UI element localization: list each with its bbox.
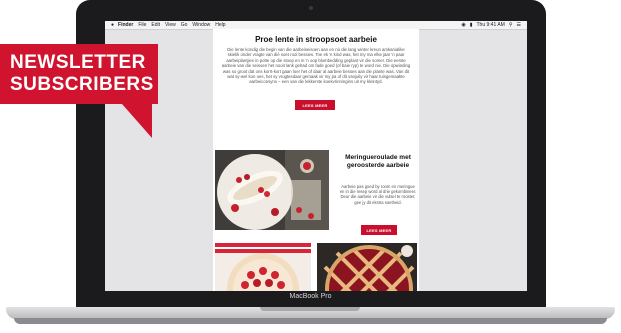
menu-clock[interactable]: Thu 9:41 AM xyxy=(476,22,504,28)
strawberry-tart-photo xyxy=(215,243,311,291)
meringue-roulade-photo xyxy=(215,150,329,230)
banner-line-1: NEWSLETTER xyxy=(10,52,146,73)
camera-icon xyxy=(309,6,313,10)
list-icon[interactable]: ☰ xyxy=(517,22,521,28)
recipe-body: Aarbeie pas goed by room en meringue en … xyxy=(339,184,417,205)
email-title: Proe lente in stroopsoet aarbeie xyxy=(255,35,377,44)
laptop-brand-label: MacBook Pro xyxy=(289,293,332,300)
laptop-base-edge xyxy=(14,318,607,324)
status-area: ◉ ▮ Thu 9:41 AM ⚲ ☰ xyxy=(461,22,521,28)
banner-tail xyxy=(122,104,152,138)
laptop-notch xyxy=(260,307,360,311)
menu-view[interactable]: View xyxy=(165,22,176,28)
battery-icon[interactable]: ▮ xyxy=(470,22,473,28)
screen: ● Finder File Edit View Go Window Help ◉… xyxy=(105,21,527,291)
read-more-button[interactable]: LEES MEER xyxy=(295,100,335,110)
menu-edit[interactable]: Edit xyxy=(151,22,160,28)
menu-file[interactable]: File xyxy=(138,22,146,28)
apple-logo-icon[interactable]: ● xyxy=(111,22,114,28)
email-body: Die lente kondig die begin van die aarbe… xyxy=(221,47,411,85)
recipe-title: Meringueroulade met geroosterde aarbeie xyxy=(345,154,411,169)
menu-window[interactable]: Window xyxy=(192,22,210,28)
menu-go[interactable]: Go xyxy=(181,22,188,28)
banner-line-2: SUBSCRIBERS xyxy=(10,74,154,95)
newsletter-email: Proe lente in stroopsoet aarbeie Die len… xyxy=(213,29,419,291)
menu-help[interactable]: Help xyxy=(215,22,225,28)
recipe-read-more-button[interactable]: LEES MEER xyxy=(361,225,397,235)
subscribers-banner: NEWSLETTER SUBSCRIBERS xyxy=(0,44,158,104)
search-icon[interactable]: ⚲ xyxy=(509,22,513,28)
menu-finder[interactable]: Finder xyxy=(118,22,133,28)
lattice-pie-photo xyxy=(317,243,417,291)
wifi-icon[interactable]: ◉ xyxy=(461,22,465,28)
